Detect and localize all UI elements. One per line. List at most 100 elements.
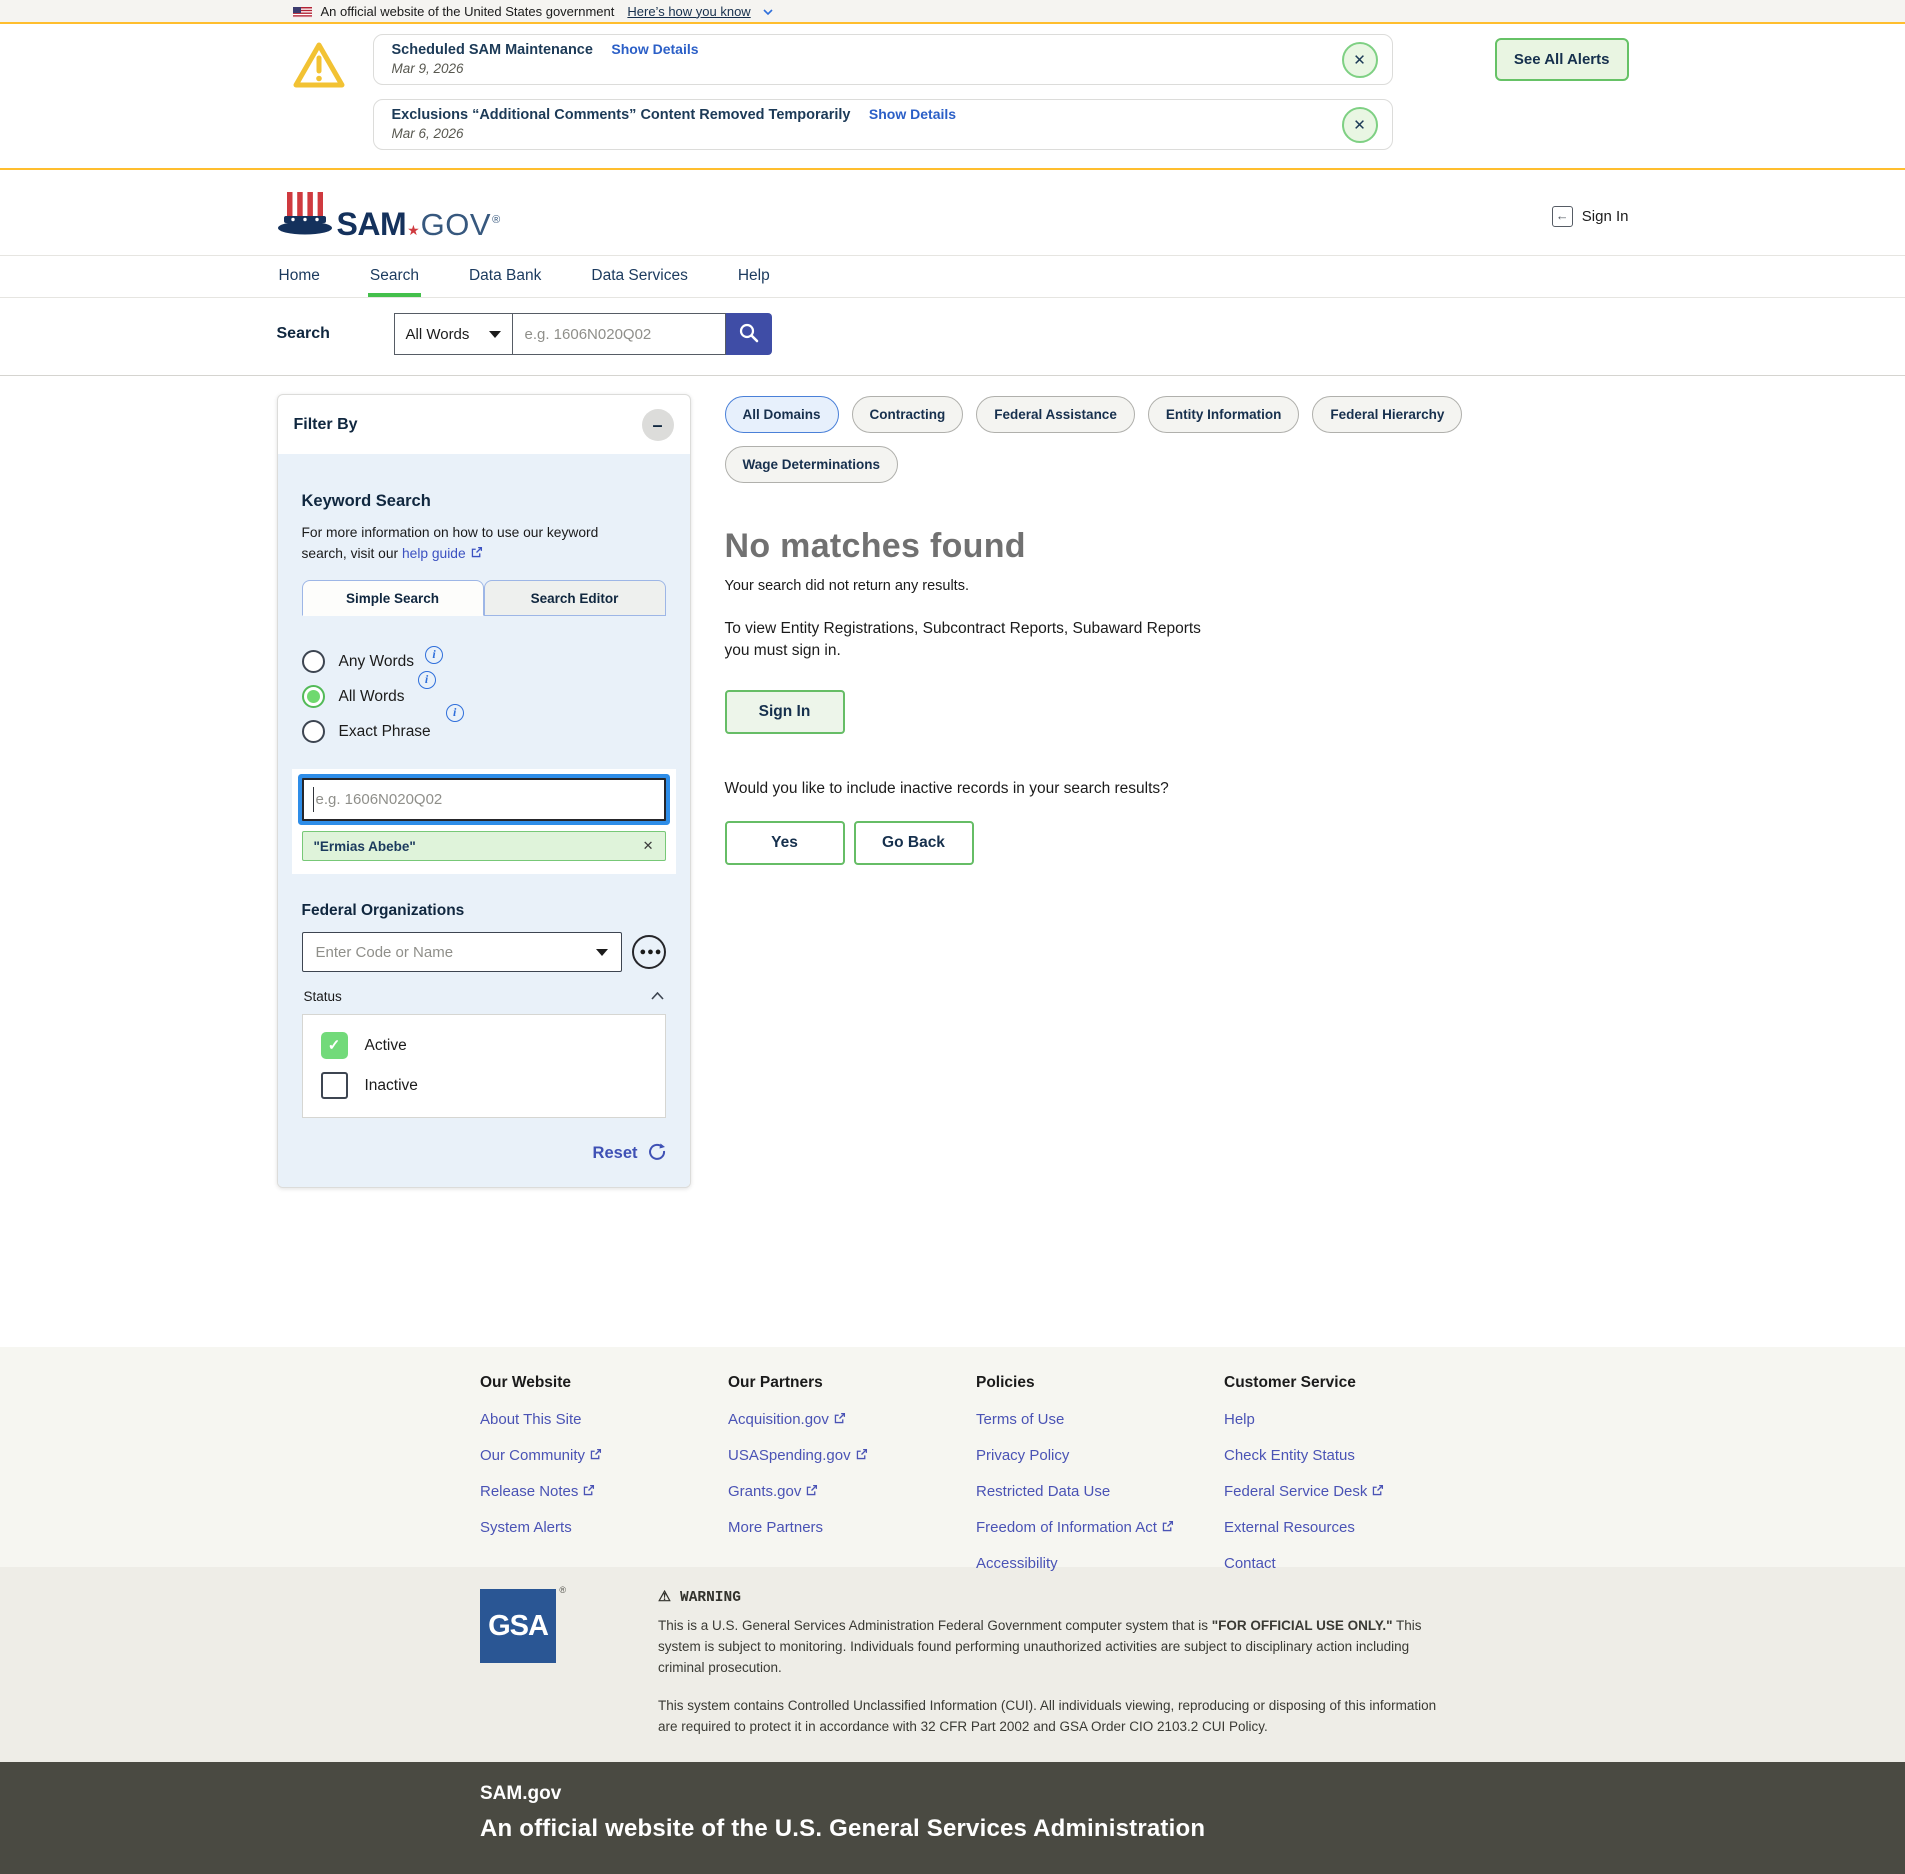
footer-link-our-community[interactable]: Our Community xyxy=(480,1447,585,1464)
more-options-button[interactable]: ●●● xyxy=(632,935,666,969)
remove-chip-icon[interactable]: ✕ xyxy=(643,838,654,854)
show-details-link[interactable]: Show Details xyxy=(869,106,956,122)
warning-paragraph-2: This system contains Controlled Unclassi… xyxy=(658,1696,1458,1738)
how-you-know-link[interactable]: Here’s how you know xyxy=(627,4,750,19)
filter-panel: Filter By – Keyword Search For more info… xyxy=(277,394,691,1188)
footer-link-contact[interactable]: Contact xyxy=(1224,1555,1276,1572)
us-flag-icon xyxy=(293,6,312,17)
domain-tab-all-domains[interactable]: All Domains xyxy=(725,396,839,433)
radio-label: Exact Phrase xyxy=(339,723,431,741)
chevron-up-icon[interactable] xyxy=(651,987,664,1005)
keyword-input[interactable] xyxy=(302,778,666,821)
footer-link-external-resources[interactable]: External Resources xyxy=(1224,1519,1355,1536)
chevron-down-icon xyxy=(489,331,501,338)
inactive-records-question: Would you like to include inactive recor… xyxy=(725,780,1629,798)
text-cursor xyxy=(313,787,315,812)
help-guide-link[interactable]: help guide xyxy=(402,546,466,561)
warning-icon: ⚠ xyxy=(658,1589,671,1606)
search-mode-select[interactable]: All Words xyxy=(394,313,512,355)
footer-link-release-notes[interactable]: Release Notes xyxy=(480,1483,578,1500)
footer-link-acquisition-gov[interactable]: Acquisition.gov xyxy=(728,1411,829,1428)
yes-button[interactable]: Yes xyxy=(725,821,845,865)
reset-icon[interactable] xyxy=(648,1142,666,1165)
checkbox-inactive[interactable] xyxy=(321,1072,348,1099)
alert-card: Exclusions “Additional Comments” Content… xyxy=(373,99,1393,150)
info-icon[interactable]: i xyxy=(446,704,464,722)
bottom-footer: SAM.gov An official website of the U.S. … xyxy=(0,1762,1905,1874)
footer: Our Website About This Site Our Communit… xyxy=(0,1347,1905,1567)
radio-all-words[interactable] xyxy=(302,685,325,708)
radio-exact-phrase[interactable] xyxy=(302,720,325,743)
footer-tagline: An official website of the U.S. General … xyxy=(480,1815,1905,1843)
see-all-alerts-button[interactable]: See All Alerts xyxy=(1495,38,1629,81)
footer-link-about-this-site[interactable]: About This Site xyxy=(480,1411,581,1428)
domain-tab-entity-information[interactable]: Entity Information xyxy=(1148,396,1300,433)
nav-item-home[interactable]: Home xyxy=(277,256,322,297)
external-link-icon xyxy=(1371,1484,1384,1497)
external-link-icon xyxy=(805,1484,818,1497)
tab-simple-search[interactable]: Simple Search xyxy=(302,580,484,616)
reset-link[interactable]: Reset xyxy=(593,1144,638,1163)
radio-any-words[interactable] xyxy=(302,650,325,673)
footer-site-name: SAM.gov xyxy=(480,1783,1905,1805)
domain-tab-contracting[interactable]: Contracting xyxy=(852,396,964,433)
external-link-icon xyxy=(833,1412,846,1425)
info-icon[interactable]: i xyxy=(418,671,436,689)
footer-col-policies: Policies Terms of Use Privacy Policy Res… xyxy=(976,1374,1224,1567)
gov-banner: An official website of the United States… xyxy=(0,0,1905,24)
status-options: ✓ Active Inactive xyxy=(302,1014,666,1118)
sign-in-note: To view Entity Registrations, Subcontrac… xyxy=(725,618,1225,663)
filter-by-title: Filter By xyxy=(294,416,358,434)
warning-triangle-icon xyxy=(291,40,347,95)
warning-title: WARNING xyxy=(680,1590,741,1606)
footer-col-title: Policies xyxy=(976,1374,1224,1392)
sam-gov-logo[interactable]: SAM★GOV® xyxy=(277,190,501,243)
footer-link-more-partners[interactable]: More Partners xyxy=(728,1519,823,1536)
show-details-link[interactable]: Show Details xyxy=(611,41,698,57)
nav-item-data-services[interactable]: Data Services xyxy=(589,256,689,297)
footer-link-privacy-policy[interactable]: Privacy Policy xyxy=(976,1447,1069,1464)
footer-link-grants-gov[interactable]: Grants.gov xyxy=(728,1483,801,1500)
nav-item-help[interactable]: Help xyxy=(736,256,772,297)
search-input[interactable] xyxy=(512,313,726,355)
search-label: Search xyxy=(277,325,394,343)
alert-title: Scheduled SAM Maintenance xyxy=(392,42,593,58)
footer-link-federal-service-desk[interactable]: Federal Service Desk xyxy=(1224,1483,1367,1500)
footer-link-terms-of-use[interactable]: Terms of Use xyxy=(976,1411,1064,1428)
tab-search-editor[interactable]: Search Editor xyxy=(484,580,666,616)
checkbox-active[interactable]: ✓ xyxy=(321,1032,348,1059)
footer-link-check-entity-status[interactable]: Check Entity Status xyxy=(1224,1447,1355,1464)
go-back-button[interactable]: Go Back xyxy=(854,821,974,865)
footer-col-our-partners: Our Partners Acquisition.gov USASpending… xyxy=(728,1374,976,1567)
nav-item-data-bank[interactable]: Data Bank xyxy=(467,256,543,297)
footer-col-title: Our Partners xyxy=(728,1374,976,1392)
sign-in-button[interactable]: Sign In xyxy=(725,690,845,734)
footer-link-restricted-data-use[interactable]: Restricted Data Use xyxy=(976,1483,1110,1500)
uncle-sam-hat-icon xyxy=(277,190,333,243)
banner-text: An official website of the United States… xyxy=(321,4,615,19)
federal-organizations-combobox[interactable]: Enter Code or Name xyxy=(302,932,622,972)
nav-item-search[interactable]: Search xyxy=(368,256,421,297)
info-icon[interactable]: i xyxy=(425,646,443,664)
close-icon[interactable]: ✕ xyxy=(1342,107,1378,143)
alert-date: Mar 9, 2026 xyxy=(392,61,1328,76)
sign-in-link[interactable]: ← Sign In xyxy=(1552,206,1629,227)
footer-link-accessibility[interactable]: Accessibility xyxy=(976,1555,1058,1572)
domain-tab-wage-determinations[interactable]: Wage Determinations xyxy=(725,446,899,483)
registered-mark: ® xyxy=(492,214,500,226)
domain-tab-federal-assistance[interactable]: Federal Assistance xyxy=(976,396,1135,433)
footer-link-foia[interactable]: Freedom of Information Act xyxy=(976,1519,1157,1536)
footer-link-usaspending-gov[interactable]: USASpending.gov xyxy=(728,1447,851,1464)
close-icon[interactable]: ✕ xyxy=(1342,42,1378,78)
collapse-filters-button[interactable]: – xyxy=(642,409,674,441)
radio-label: All Words xyxy=(339,688,405,706)
external-link-icon xyxy=(855,1448,868,1461)
footer-link-system-alerts[interactable]: System Alerts xyxy=(480,1519,572,1536)
no-matches-title: No matches found xyxy=(725,527,1629,566)
alerts-section: Scheduled SAM Maintenance Show Details M… xyxy=(0,24,1905,170)
checkbox-label: Active xyxy=(365,1037,407,1055)
results-area: All Domains Contracting Federal Assistan… xyxy=(725,394,1629,865)
search-button[interactable] xyxy=(726,313,772,355)
domain-tab-federal-hierarchy[interactable]: Federal Hierarchy xyxy=(1312,396,1462,433)
footer-link-help[interactable]: Help xyxy=(1224,1411,1255,1428)
